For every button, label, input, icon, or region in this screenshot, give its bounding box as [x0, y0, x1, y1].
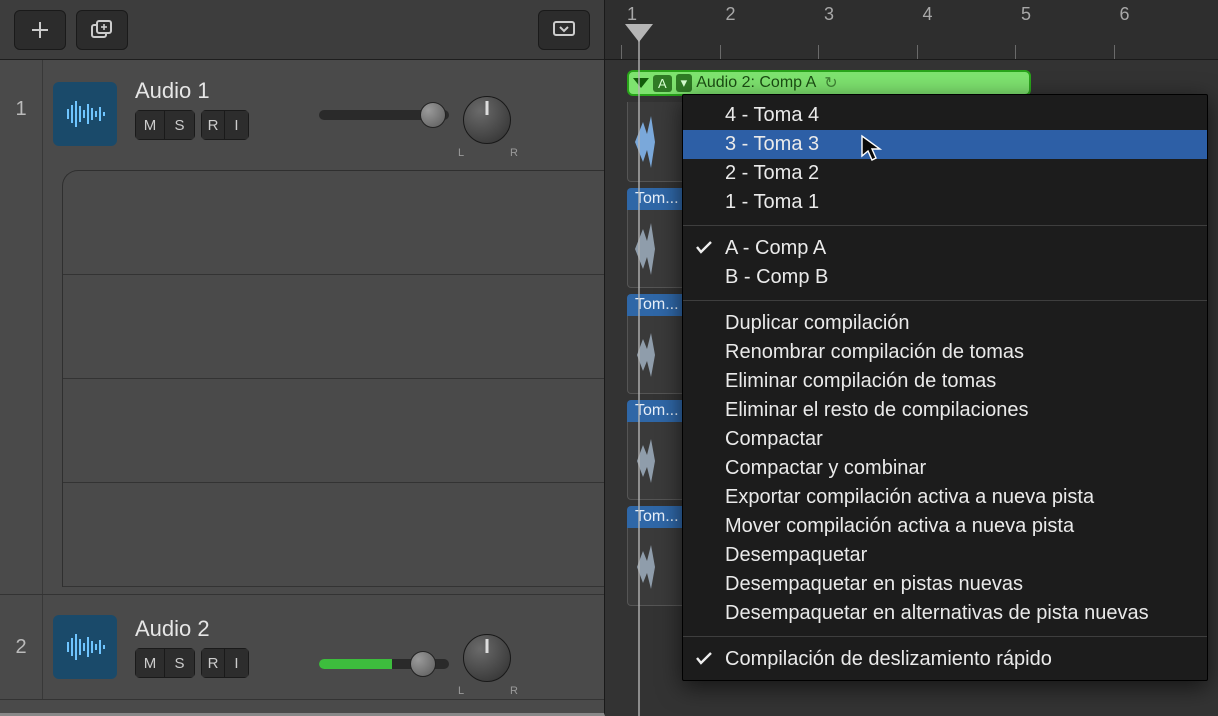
track-name[interactable]: Audio 2	[135, 616, 315, 642]
take-lane[interactable]	[63, 275, 604, 379]
track-type-icon[interactable]	[53, 615, 117, 679]
menu-item-action[interactable]: Renombrar compilación de tomas	[683, 338, 1207, 367]
record-button[interactable]: R	[201, 110, 225, 140]
cursor-icon	[860, 134, 884, 162]
volume-slider[interactable]	[319, 110, 449, 120]
duplicate-track-button[interactable]	[76, 10, 128, 50]
pan-knob[interactable]: L R	[463, 634, 511, 682]
volume-slider[interactable]	[319, 659, 449, 669]
loop-icon: ↻	[824, 73, 837, 93]
menu-item-toma4[interactable]: 4 - Toma 4	[683, 101, 1207, 130]
menu-item-action[interactable]: Desempaquetar	[683, 541, 1207, 570]
comp-badge[interactable]: A	[653, 75, 672, 92]
track-header-panel: 1 Audio 1 M S R I	[0, 0, 605, 716]
take-menu-icon[interactable]: ▾	[676, 74, 693, 92]
timeline-ruler[interactable]: 1 2 3 4 5 6	[605, 0, 1218, 60]
track-row-1[interactable]: 1 Audio 1 M S R I	[0, 60, 604, 595]
menu-item-action[interactable]: Desempaquetar en alternativas de pista n…	[683, 599, 1207, 628]
check-icon	[695, 240, 713, 254]
solo-button[interactable]: S	[165, 110, 195, 140]
menu-item-action[interactable]: Compactar y combinar	[683, 454, 1207, 483]
mute-button[interactable]: M	[135, 110, 165, 140]
playhead-line[interactable]	[638, 40, 640, 716]
menu-item-action[interactable]: Desempaquetar en pistas nuevas	[683, 570, 1207, 599]
menu-item-action[interactable]: Duplicar compilación	[683, 309, 1207, 338]
input-button[interactable]: I	[225, 648, 249, 678]
add-track-button[interactable]	[14, 10, 66, 50]
track-name[interactable]: Audio 1	[135, 78, 315, 104]
menu-item-comp-b[interactable]: B - Comp B	[683, 263, 1207, 292]
take-folder-context-menu: 4 - Toma 4 3 - Toma 3 2 - Toma 2 1 - Tom…	[682, 94, 1208, 681]
menu-item-toma2[interactable]: 2 - Toma 2	[683, 159, 1207, 188]
track-row-2[interactable]: 2 Audio 2 M S R I	[0, 595, 604, 700]
menu-item-quick-swipe[interactable]: Compilación de deslizamiento rápido	[683, 645, 1207, 674]
track-type-icon[interactable]	[53, 82, 117, 146]
track-number: 1	[0, 60, 42, 121]
take-lane[interactable]	[63, 379, 604, 483]
check-icon	[695, 651, 713, 665]
menu-item-action[interactable]: Eliminar el resto de compilaciones	[683, 396, 1207, 425]
menu-item-comp-a[interactable]: A - Comp A	[683, 234, 1207, 263]
track-number: 2	[0, 636, 42, 659]
track-toolbar	[0, 0, 604, 60]
menu-item-action[interactable]: Eliminar compilación de tomas	[683, 367, 1207, 396]
track-buttons: M S R I	[135, 110, 315, 140]
input-button[interactable]: I	[225, 110, 249, 140]
record-button[interactable]: R	[201, 648, 225, 678]
take-lane[interactable]	[63, 171, 604, 275]
menu-item-action[interactable]: Compactar	[683, 425, 1207, 454]
menu-item-toma3[interactable]: 3 - Toma 3	[683, 130, 1207, 159]
solo-button[interactable]: S	[165, 648, 195, 678]
mute-button[interactable]: M	[135, 648, 165, 678]
disclosure-triangle-icon[interactable]	[633, 78, 649, 88]
take-folder-header[interactable]: A ▾ Audio 2: Comp A ↻	[627, 70, 1031, 96]
pan-knob[interactable]: L R	[463, 96, 511, 144]
menu-item-action[interactable]: Mover compilación activa a nueva pista	[683, 512, 1207, 541]
menu-item-action[interactable]: Exportar compilación activa a nueva pist…	[683, 483, 1207, 512]
take-lane[interactable]	[63, 483, 604, 587]
track-panel-menu-button[interactable]	[538, 10, 590, 50]
region-title: Audio 2: Comp A	[696, 74, 816, 92]
menu-item-toma1[interactable]: 1 - Toma 1	[683, 188, 1207, 217]
take-lanes	[62, 170, 604, 587]
